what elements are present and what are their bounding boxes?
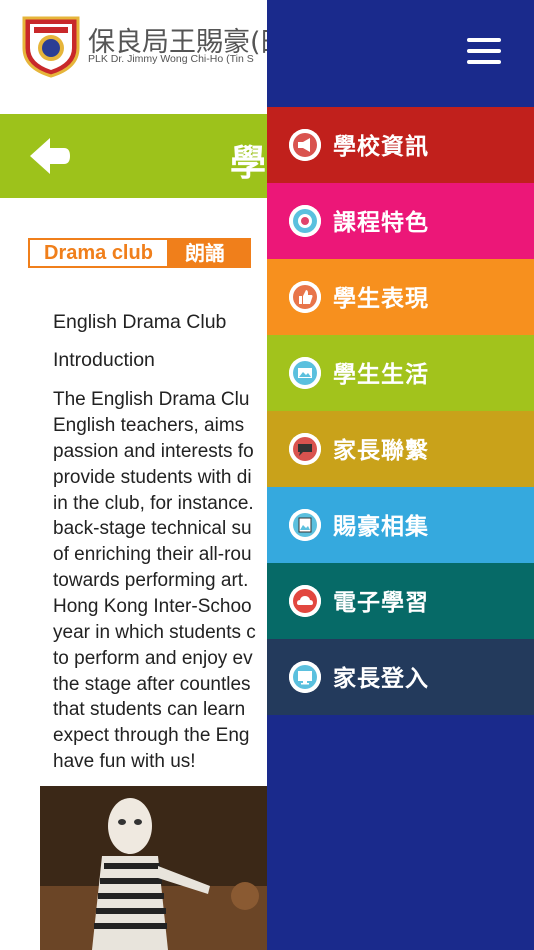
page-title: 學 (230, 143, 267, 184)
megaphone-icon (289, 129, 321, 161)
menu-item-photo-album[interactable]: 賜豪相集 (267, 487, 534, 563)
body-line: The English Drama Clu (53, 389, 250, 410)
menu-item-school-info[interactable]: 學校資訊 (267, 107, 534, 183)
menu-item-label: 學生表現 (333, 286, 429, 312)
tab-more[interactable] (242, 238, 251, 268)
menu-item-student-performance[interactable]: 學生表現 (267, 259, 534, 335)
body-line: expect through the Eng (53, 725, 250, 746)
body-line: passion and interests fo (53, 441, 254, 462)
photo-icon (289, 509, 321, 541)
menu-item-label: 電子學習 (333, 590, 429, 616)
menu-item-label: 學校資訊 (333, 134, 429, 160)
hamburger-menu-icon[interactable] (467, 38, 501, 64)
back-arrow-icon (30, 138, 70, 174)
body-line: of enriching their all-rou (53, 544, 252, 565)
body-line: English teachers, aims (53, 415, 245, 436)
body-line: the stage after countles (53, 674, 251, 695)
cloud-icon (289, 585, 321, 617)
menu-item-label: 家長登入 (333, 666, 429, 692)
body-line: in the club, for instance. (53, 493, 254, 514)
school-logo (20, 12, 82, 78)
body-line: towards performing art. (53, 570, 249, 591)
body-line: back-stage technical su (53, 518, 252, 539)
menu-item-curriculum[interactable]: 課程特色 (267, 183, 534, 259)
back-button[interactable] (28, 134, 74, 178)
tab-drama-club[interactable]: Drama club (28, 238, 169, 268)
menu-item-student-life[interactable]: 學生生活 (267, 335, 534, 411)
body-line: to perform and enjoy ev (53, 648, 253, 669)
tab-recitation[interactable]: 朗誦 (168, 238, 243, 268)
menu-item-parent-login[interactable]: 家長登入 (267, 639, 534, 715)
school-subtitle: PLK Dr. Jimmy Wong Chi-Ho (Tin S (88, 53, 254, 65)
menu-item-label: 家長聯繫 (333, 438, 429, 464)
thumbs-up-icon (289, 281, 321, 313)
body-line: provide students with di (53, 467, 252, 488)
menu-item-parent-contact[interactable]: 家長聯繫 (267, 411, 534, 487)
side-menu: 學校資訊 課程特色 學生表現 學生生活 家長聯繫 賜豪相集 電子學習 家長登入 (267, 0, 534, 950)
monitor-icon (289, 661, 321, 693)
image-icon (289, 357, 321, 389)
body-line: year in which students c (53, 622, 256, 643)
article-subheading: Introduction (53, 349, 155, 371)
chat-icon (289, 433, 321, 465)
target-icon (289, 205, 321, 237)
drama-photo (40, 786, 270, 950)
menu-item-e-learning[interactable]: 電子學習 (267, 563, 534, 639)
article-heading: English Drama Club (53, 311, 227, 333)
menu-item-label: 學生生活 (333, 362, 429, 388)
body-line: that students can learn (53, 699, 246, 720)
body-line: have fun with us! (53, 751, 196, 772)
club-tabs: Drama club 朗誦 (28, 238, 251, 268)
menu-item-label: 賜豪相集 (333, 514, 429, 540)
app-screen: 保良局王賜豪(田 PLK Dr. Jimmy Wong Chi-Ho (Tin … (0, 0, 534, 950)
menu-header (267, 0, 534, 107)
menu-item-label: 課程特色 (333, 210, 429, 236)
body-line: Hong Kong Inter-Schoo (53, 596, 252, 617)
